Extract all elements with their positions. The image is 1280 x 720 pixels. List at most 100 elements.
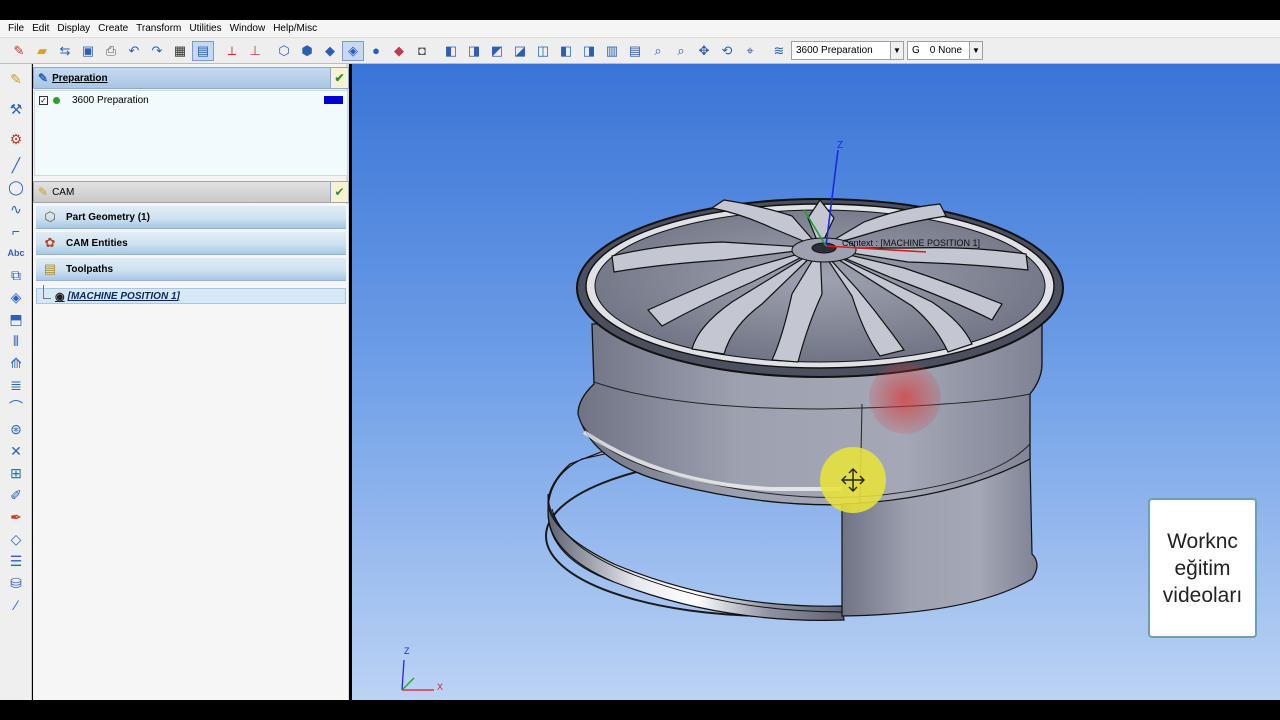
color-swatch[interactable] [324,96,343,104]
pen-icon[interactable]: ✒ [2,506,30,528]
view-iso-icon[interactable]: ◪ [509,41,531,61]
import-icon[interactable]: ⇆ [54,41,76,61]
watermark-line-3: videoları [1162,583,1243,607]
sphere-icon[interactable]: ● [365,41,387,61]
main-toolbar: ✎ ▰ ⇆ ▣ ⎙ ↶ ↷ ▦ ▤ ⟂ ⊥ ⬡ ⬢ ◆ ◈ ● ◆ ◘ ◧ ◨ … [0,38,1280,64]
menu-display[interactable]: Display [53,23,94,34]
fillet-icon[interactable]: ⌒ [2,396,30,418]
menu-create[interactable]: Create [94,23,132,34]
trim-icon[interactable]: ✕ [2,440,30,462]
grid-snap-icon[interactable]: ⊞ [2,462,30,484]
print-icon[interactable]: ⎙ [100,41,122,61]
layer-combo[interactable]: 3600 Preparation ▼ [791,41,904,60]
context-label: Context : [MACHINE POSITION 1] [842,238,980,248]
check-icon[interactable]: ✔ [330,182,348,202]
machine-icon[interactable]: ⚙ [2,124,30,154]
pan-icon[interactable]: ✥ [693,41,715,61]
revolve-icon[interactable]: ⊛ [2,418,30,440]
offset-icon[interactable]: ⟰ [2,352,30,374]
preparation-checkbox[interactable]: ✓ [39,95,48,105]
analysis-icon[interactable]: ⛁ [2,572,30,594]
chevron-down-icon: ▼ [890,42,903,59]
circle-icon[interactable]: ◯ [2,176,30,198]
check-icon[interactable]: ✔ [330,68,348,88]
axis-triad-icon[interactable]: ⟂ [221,41,243,61]
layers-icon[interactable]: ≋ [768,41,790,61]
extrude-icon[interactable]: ⬒ [2,308,30,330]
chevron-down-icon: ▼ [969,42,982,59]
view-back-icon[interactable]: ◧ [555,41,577,61]
rotate-icon[interactable]: ⟲ [716,41,738,61]
cam-header[interactable]: ✎ CAM ✔ [33,181,349,203]
bottom-letterbox [0,700,1280,720]
watermark-line-2: eğitim [1174,556,1231,580]
menu-help[interactable]: Help/Misc [269,23,321,34]
view-left-icon[interactable]: ◫ [532,41,554,61]
hidden-line-icon[interactable]: ⬢ [296,41,318,61]
grid-icon[interactable]: ▦ [169,41,191,61]
cam-entities-icon: ✿ [44,235,56,250]
cam-item-label: CAM Entities [66,237,128,249]
menu-utilities[interactable]: Utilities [185,23,225,34]
3d-viewport[interactable]: Z Context : [MACHINE POSITION 1] Z X [352,64,1280,700]
menu-transform[interactable]: Transform [132,23,185,34]
cam-item-part-geometry[interactable]: ⬡ Part Geometry (1) [36,206,346,229]
view-custom-icon[interactable]: ▥ [601,41,623,61]
measure-icon[interactable]: ⁄ [2,594,30,616]
toolpaths-icon: ▤ [43,261,57,276]
cam-pencil-icon: ✎ [38,185,49,199]
click-highlight-red [869,362,941,434]
zoom-window-icon[interactable]: ⌕ [647,41,669,61]
view-bottom-icon[interactable]: ◨ [578,41,600,61]
view-right-icon[interactable]: ◩ [486,41,508,61]
color-cube-icon[interactable]: ◆ [388,41,410,61]
eraser-icon[interactable]: ◇ [2,528,30,550]
menu-window[interactable]: Window [226,23,270,34]
group-combo-label: G [912,45,920,56]
panel-toggle-icon[interactable]: ▤ [192,40,214,61]
redo-icon[interactable]: ↷ [146,41,168,61]
axis-xy-icon[interactable]: ⊥ [244,41,266,61]
machine-position-row[interactable]: ◉ [MACHINE POSITION 1] [36,285,346,304]
mini-axis-z-label: Z [404,646,410,656]
save-icon[interactable]: ▣ [77,41,99,61]
cam-header-label: CAM [52,186,75,198]
wireframe-icon[interactable]: ⬡ [273,41,295,61]
shaded-edges-icon[interactable]: ◈ [342,40,364,61]
part-geometry-icon: ⬡ [44,209,56,224]
open-folder-icon[interactable]: ▰ [31,41,53,61]
new-file-icon[interactable]: ✎ [8,41,30,61]
surface-icon[interactable]: ◈ [2,286,30,308]
view-list-icon[interactable]: ▤ [624,41,646,61]
cam-item-cam-entities[interactable]: ✿ CAM Entities [36,232,346,255]
polyline-icon[interactable]: ⌐ [2,220,30,242]
undo-icon[interactable]: ↶ [123,41,145,61]
group-combo[interactable]: G 0 None ▼ [907,41,983,60]
fit-all-icon[interactable]: ⌖ [739,41,761,61]
viewport-canvas[interactable]: Z Context : [MACHINE POSITION 1] Z X [352,64,1280,700]
cam-tool-icon[interactable]: ⚒ [2,94,30,124]
line-icon[interactable]: ╱ [2,154,30,176]
layers-stack-icon[interactable]: ≣ [2,374,30,396]
preparation-pencil-icon[interactable]: ✎ [2,64,30,94]
menu-edit[interactable]: Edit [28,23,53,34]
cam-item-toolpaths[interactable]: ▤ Toolpaths [36,258,346,281]
text-icon[interactable]: Abc [2,242,30,264]
split-icon[interactable]: ⫴ [2,330,30,352]
camera-icon[interactable]: ◘ [411,41,433,61]
axis-z-label: Z [837,140,843,151]
zoom-icon[interactable]: ⌕ [670,41,692,61]
frame-icon[interactable]: ⧉ [2,264,30,286]
wheel-rim-face[interactable] [576,198,1064,378]
stack-icon[interactable]: ☰ [2,550,30,572]
menu-file[interactable]: File [4,23,28,34]
view-top-icon[interactable]: ◧ [440,41,462,61]
list-item[interactable]: ✓ 3600 Preparation [39,93,345,107]
preparation-header[interactable]: ✎ Preparation ✔ [33,67,349,89]
brush-icon[interactable]: ✐ [2,484,30,506]
view-front-icon[interactable]: ◨ [463,41,485,61]
curve-icon[interactable]: ∿ [2,198,30,220]
machine-position-label: [MACHINE POSITION 1] [67,290,180,302]
shaded-icon[interactable]: ◆ [319,41,341,61]
watermark-line-1: Worknc [1167,529,1238,553]
